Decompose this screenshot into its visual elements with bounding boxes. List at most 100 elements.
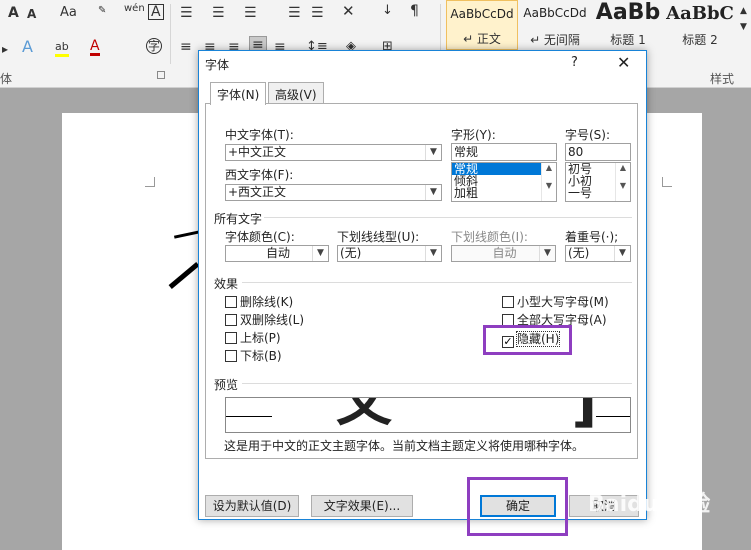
sort-icon[interactable]: ↓ bbox=[382, 4, 393, 18]
superscript-label: 上标(P) bbox=[240, 331, 281, 345]
text-effects-button[interactable]: 文字效果(E)... bbox=[311, 495, 413, 517]
style-list[interactable]: 常规 倾斜 加粗 ▲ ▼ bbox=[451, 162, 557, 202]
doc-char-fragment bbox=[173, 230, 201, 239]
checkbox-box[interactable] bbox=[225, 350, 237, 362]
enclose-char-button[interactable]: 字 bbox=[146, 38, 162, 54]
annotation-box-ok bbox=[467, 477, 568, 536]
double-strikethrough-checkbox[interactable]: 双删除线(L) bbox=[225, 311, 304, 328]
emphasis-label: 着重号(·); bbox=[565, 230, 619, 244]
divider bbox=[264, 217, 632, 218]
western-font-value: +西文正文 bbox=[228, 185, 287, 199]
preview-heading: 预览 bbox=[214, 378, 239, 392]
style-normal[interactable]: AaBbCcDd ↵ 正文 bbox=[446, 0, 518, 50]
separator bbox=[170, 4, 171, 64]
shrink-font-button[interactable]: A bbox=[27, 7, 36, 21]
effects-heading: 效果 bbox=[214, 277, 239, 291]
watermark-url: jingyan.baidu.com bbox=[600, 526, 702, 539]
chinese-font-label: 中文字体(T): bbox=[225, 128, 294, 142]
western-font-select[interactable]: +西文正文 ▼ bbox=[225, 184, 442, 201]
text-effect-button[interactable]: A bbox=[22, 39, 33, 55]
grow-font-button[interactable]: A bbox=[8, 6, 19, 20]
chevron-down-icon[interactable]: ▼ bbox=[312, 246, 328, 261]
strikethrough-checkbox[interactable]: 删除线(K) bbox=[225, 293, 293, 310]
multilevel-list-icon[interactable]: ☰ bbox=[244, 6, 257, 20]
char-border-button[interactable]: A bbox=[148, 4, 164, 20]
small-caps-label: 小型大写字母(M) bbox=[517, 295, 609, 309]
font-color-button[interactable]: A bbox=[90, 39, 100, 56]
style-label: 字形(Y): bbox=[451, 128, 496, 142]
double-strikethrough-label: 双删除线(L) bbox=[240, 313, 305, 327]
emphasis-select[interactable]: (无) ▼ bbox=[565, 245, 631, 262]
font-color-label: 字体颜色(C): bbox=[225, 230, 295, 244]
style-heading-2[interactable]: AaBbC 标题 2 bbox=[665, 0, 735, 50]
preview-sample: 文 ] bbox=[336, 397, 597, 433]
highlight-button[interactable]: ab bbox=[55, 40, 69, 57]
page-corner-mark bbox=[662, 177, 672, 187]
group-styles-label: 样式 bbox=[710, 72, 735, 86]
page-corner-mark bbox=[145, 177, 155, 187]
asian-layout-icon[interactable]: ✕ bbox=[342, 4, 355, 19]
scrollbar[interactable]: ▲ ▼ bbox=[615, 163, 630, 201]
annotation-box-hidden bbox=[483, 325, 572, 355]
divider bbox=[242, 383, 632, 384]
show-marks-icon[interactable]: ¶ bbox=[410, 4, 419, 18]
underline-style-value: (无) bbox=[340, 246, 362, 260]
chinese-font-select[interactable]: +中文正文 ▼ bbox=[225, 144, 442, 161]
chinese-font-value: +中文正文 bbox=[228, 145, 287, 159]
tab-font[interactable]: 字体(N) bbox=[210, 82, 267, 105]
chevron-down-icon[interactable]: ▼ bbox=[425, 185, 441, 200]
clear-format-icon[interactable]: ✎ bbox=[98, 4, 106, 18]
underline-color-label: 下划线颜色(I): bbox=[451, 230, 528, 244]
checkbox-box[interactable] bbox=[225, 332, 237, 344]
pinyin-button[interactable]: wén bbox=[124, 2, 145, 16]
style-name: 标题 2 bbox=[682, 33, 718, 47]
subscript-label: 下标(B) bbox=[240, 349, 282, 363]
size-list[interactable]: 初号 小初 一号 ▲ ▼ bbox=[565, 162, 631, 202]
checkbox-box[interactable] bbox=[502, 296, 514, 308]
chevron-down-icon[interactable]: ▼ bbox=[614, 246, 630, 261]
font-dialog-launcher-icon[interactable] bbox=[157, 71, 165, 79]
decrease-indent-icon[interactable]: ☰ bbox=[288, 6, 301, 20]
set-default-button[interactable]: 设为默认值(D) bbox=[205, 495, 299, 517]
emphasis-value: (无) bbox=[568, 246, 590, 260]
help-button[interactable]: ? bbox=[571, 55, 578, 70]
small-caps-checkbox[interactable]: 小型大写字母(M) bbox=[502, 293, 609, 310]
font-dialog: 字体 ? ✕ 字体(N) 高级(V) 中文字体(T): +中文正文 ▼ 西文字体… bbox=[198, 50, 647, 520]
style-name: ↵ 正文 bbox=[463, 32, 501, 46]
change-case-button[interactable]: Aa bbox=[60, 6, 77, 20]
checkbox-box[interactable] bbox=[225, 314, 237, 326]
underline-color-value: 自动 bbox=[492, 246, 517, 260]
chevron-down-icon: ▼ bbox=[539, 246, 555, 261]
style-no-spacing[interactable]: AaBbCcDd ↵ 无间隔 bbox=[519, 0, 591, 50]
preview-baseline bbox=[226, 416, 272, 417]
tab-advanced[interactable]: 高级(V) bbox=[268, 82, 324, 104]
watermark-logo: Baidu 经验 bbox=[588, 492, 711, 517]
underline-style-label: 下划线线型(U): bbox=[337, 230, 420, 244]
styles-scroll-up-icon[interactable]: ▲ bbox=[740, 4, 747, 18]
chevron-down-icon[interactable]: ▼ bbox=[425, 246, 441, 261]
size-label: 字号(S): bbox=[565, 128, 611, 142]
numbering-icon[interactable]: ☰ bbox=[212, 6, 225, 20]
strikethrough-label: 删除线(K) bbox=[240, 295, 294, 309]
subscript-checkbox[interactable]: 下标(B) bbox=[225, 347, 282, 364]
style-heading-1[interactable]: AaBb 标题 1 bbox=[592, 0, 664, 50]
superscript-checkbox[interactable]: 上标(P) bbox=[225, 329, 281, 346]
style-input[interactable]: 常规 bbox=[451, 143, 557, 161]
style-preview: AaBb bbox=[595, 0, 661, 25]
style-preview: AaBbC bbox=[666, 3, 734, 24]
ribbon-arrow-icon: ▸ bbox=[2, 42, 9, 56]
western-font-label: 西文字体(F): bbox=[225, 168, 294, 182]
underline-style-select[interactable]: (无) ▼ bbox=[337, 245, 442, 262]
checkbox-box[interactable] bbox=[225, 296, 237, 308]
close-button[interactable]: ✕ bbox=[617, 53, 630, 72]
increase-indent-icon[interactable]: ☰ bbox=[311, 6, 324, 20]
bullets-icon[interactable]: ☰ bbox=[180, 6, 193, 20]
scrollbar[interactable]: ▲ ▼ bbox=[541, 163, 556, 201]
doc-char-fragment bbox=[168, 262, 200, 289]
styles-scroll-down-icon[interactable]: ▼ bbox=[740, 20, 747, 34]
style-preview: AaBbCcDd bbox=[523, 6, 587, 20]
chevron-down-icon[interactable]: ▼ bbox=[425, 145, 441, 160]
size-input[interactable]: 80 bbox=[565, 143, 631, 161]
font-color-select[interactable]: 自动 ▼ bbox=[225, 245, 329, 262]
align-left-icon[interactable]: ≡ bbox=[180, 40, 192, 54]
